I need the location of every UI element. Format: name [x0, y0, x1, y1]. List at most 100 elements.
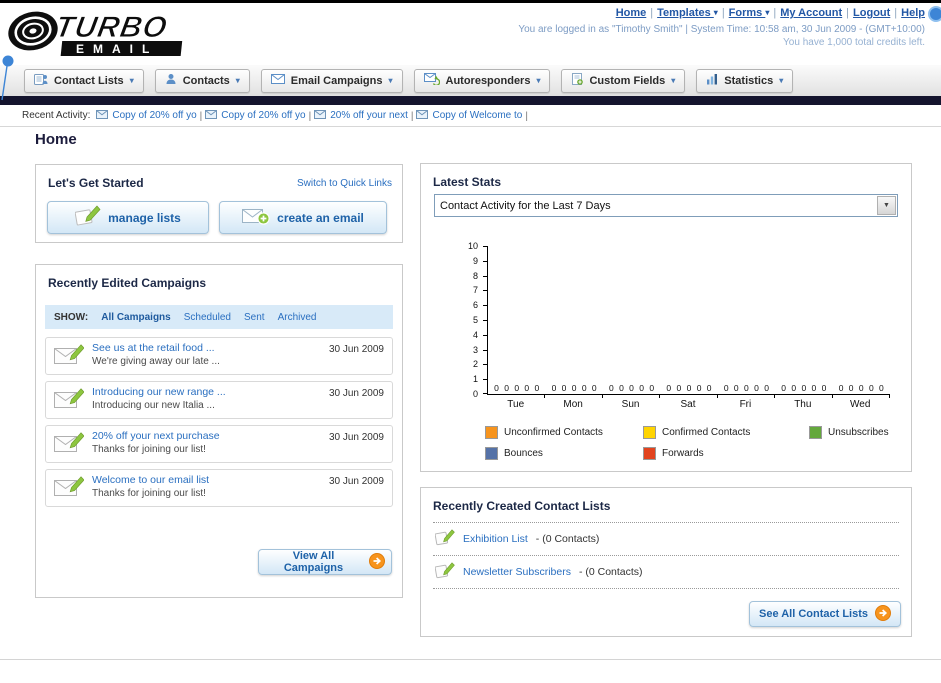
- header-link-logout[interactable]: Logout: [853, 7, 890, 19]
- chart-y-label: 4: [472, 330, 478, 340]
- contact-list-detail: - (0 Contacts): [578, 566, 643, 578]
- logo-tail-decoration: [1, 55, 14, 101]
- recent-activity-link[interactable]: Copy of 20% off yo: [221, 110, 305, 121]
- logo-graphic: TURBO EMAIL: [8, 11, 183, 56]
- see-all-contact-lists-label: See All Contact Lists: [758, 608, 868, 620]
- legend-entry: Unsubscribes: [809, 426, 889, 439]
- campaign-date: 30 Jun 2009: [328, 432, 384, 443]
- recent-activity-link[interactable]: 20% off your next: [330, 110, 408, 121]
- tab-label: Statistics: [724, 74, 774, 87]
- filter-archived[interactable]: Archived: [278, 312, 317, 323]
- item-separator: |: [199, 110, 203, 122]
- legend-swatch: [809, 426, 822, 439]
- contact-lists-title: Recently Created Contact Lists: [433, 499, 611, 513]
- contact-list-row[interactable]: Exhibition List - (0 Contacts): [433, 523, 899, 556]
- tab-custom-fields[interactable]: Custom Fields ▾: [561, 68, 686, 93]
- link-separator: |: [773, 7, 777, 19]
- manage-lists-label: manage lists: [108, 210, 181, 225]
- campaign-row[interactable]: 20% off your next purchase Thanks for jo…: [45, 425, 393, 463]
- campaign-title-link[interactable]: Welcome to our email list: [92, 474, 209, 486]
- legend-swatch: [643, 447, 656, 460]
- envelope-icon: [416, 109, 429, 122]
- recent-activity-item[interactable]: 20% off your next: [314, 109, 408, 122]
- tab-statistics[interactable]: Statistics ▾: [696, 68, 794, 93]
- campaign-row[interactable]: Introducing our new range ... Introducin…: [45, 381, 393, 419]
- legend-entry: Forwards: [643, 447, 809, 460]
- legend-entry: Bounces: [485, 447, 643, 460]
- campaign-text: See us at the retail food ... We're givi…: [92, 342, 220, 367]
- header-link-home[interactable]: Home: [616, 7, 647, 19]
- legend-entry: Confirmed Contacts: [643, 426, 809, 439]
- tab-contact-lists[interactable]: Contact Lists ▾: [24, 68, 144, 93]
- filter-scheduled[interactable]: Scheduled: [184, 312, 231, 323]
- recent-activity-link[interactable]: Copy of 20% off yo: [112, 110, 196, 121]
- pencil-icon: [434, 529, 455, 549]
- campaign-title-link[interactable]: 20% off your next purchase: [92, 430, 220, 442]
- footer-divider: [0, 659, 941, 660]
- recent-activity-item[interactable]: Copy of 20% off yo: [205, 109, 306, 122]
- switch-quick-links-link[interactable]: Switch to Quick Links: [297, 178, 392, 189]
- create-email-label: create an email: [277, 210, 364, 225]
- tab-label: Autoresponders: [445, 74, 531, 87]
- latest-stats-title: Latest Stats: [433, 175, 502, 189]
- contact-list-row[interactable]: Newsletter Subscribers - (0 Contacts): [433, 556, 899, 589]
- recent-activity-item[interactable]: Copy of 20% off yo: [96, 109, 197, 122]
- legend-label: Confirmed Contacts: [662, 427, 751, 438]
- chart-x-label: Mon: [544, 394, 604, 410]
- credits-info: You have 1,000 total credits left.: [783, 37, 925, 48]
- chevron-down-icon: ▾: [536, 76, 541, 85]
- create-email-button[interactable]: create an email: [219, 201, 387, 234]
- manage-lists-button[interactable]: manage lists: [47, 201, 209, 234]
- arrow-circle-icon: [875, 604, 891, 624]
- chart-y-tick: [483, 246, 488, 247]
- campaign-title-link[interactable]: See us at the retail food ...: [92, 342, 220, 354]
- legend-label: Unconfirmed Contacts: [504, 427, 603, 438]
- recent-activity-link[interactable]: Copy of Welcome to: [432, 110, 522, 121]
- stats-period-select[interactable]: Contact Activity for the Last 7 Days ▼: [434, 194, 898, 217]
- logo-text-email: EMAIL: [76, 42, 158, 56]
- chart-y-label: 7: [472, 285, 478, 295]
- see-all-contact-lists-button[interactable]: See All Contact Lists: [749, 601, 901, 627]
- campaign-row[interactable]: Welcome to our email list Thanks for joi…: [45, 469, 393, 507]
- header-links: Home | Templates ▾ | Forms ▾ | My Account | Logo…: [518, 7, 925, 19]
- recent-activity-item[interactable]: Copy of Welcome to: [416, 109, 522, 122]
- turbo-email-logo[interactable]: TURBO EMAIL: [6, 5, 268, 64]
- chevron-down-icon: ▾: [235, 76, 240, 85]
- pencil-icon: [434, 562, 455, 582]
- campaign-date: 30 Jun 2009: [328, 388, 384, 399]
- tab-contacts[interactable]: Contacts ▾: [154, 68, 250, 93]
- chart-x-axis: Tue Mon Sun Sat Fri Thu Wed: [487, 394, 891, 410]
- tab-email-campaigns[interactable]: Email Campaigns ▾: [260, 68, 403, 93]
- campaign-date: 30 Jun 2009: [328, 344, 384, 355]
- chevron-down-icon: ▾: [779, 76, 784, 85]
- header-link-help[interactable]: Help: [901, 7, 925, 19]
- contact-lists-icon: [34, 73, 48, 88]
- recent-activity-label: Recent Activity:: [22, 110, 91, 121]
- contact-list-link[interactable]: Newsletter Subscribers: [463, 566, 571, 578]
- legend-entry: Unconfirmed Contacts: [485, 426, 643, 439]
- legend-label: Unsubscribes: [828, 427, 889, 438]
- contact-list-link[interactable]: Exhibition List: [463, 533, 528, 545]
- header-link-templates[interactable]: Templates ▾: [657, 7, 718, 19]
- filter-sent[interactable]: Sent: [244, 312, 265, 323]
- tab-label: Contact Lists: [54, 74, 124, 87]
- header-link-my-account[interactable]: My Account: [780, 7, 842, 19]
- filter-all-campaigns[interactable]: All Campaigns: [101, 312, 170, 323]
- chart-value-labels: 0 0 0 0 0: [609, 383, 655, 393]
- chart-column: 0 0 0 0 0: [660, 246, 717, 394]
- logo-swoosh: [8, 11, 58, 51]
- tab-autoresponders[interactable]: Autoresponders ▾: [413, 68, 551, 93]
- header-link-forms[interactable]: Forms ▾: [729, 7, 770, 19]
- chart-y-label: 9: [472, 256, 478, 266]
- chart-y-label: 5: [472, 315, 478, 325]
- view-all-campaigns-button[interactable]: View All Campaigns: [258, 549, 392, 575]
- contact-activity-chart: 0 1 2 3 4 5 6 7 8 9 10 0 0 0 0 0 0 0 0 0 0 0 0 0 0…: [468, 241, 891, 410]
- chart-column: 0 0 0 0 0: [603, 246, 660, 394]
- campaign-title-link[interactable]: Introducing our new range ...: [92, 386, 226, 398]
- chart-y-tick: [483, 393, 488, 394]
- session-info: You are logged in as "Timothy Smith" | S…: [518, 24, 925, 35]
- envelope-pencil-icon: [54, 432, 85, 457]
- chart-y-tick: [483, 335, 488, 336]
- campaign-row[interactable]: See us at the retail food ... We're givi…: [45, 337, 393, 375]
- item-separator: |: [410, 110, 414, 122]
